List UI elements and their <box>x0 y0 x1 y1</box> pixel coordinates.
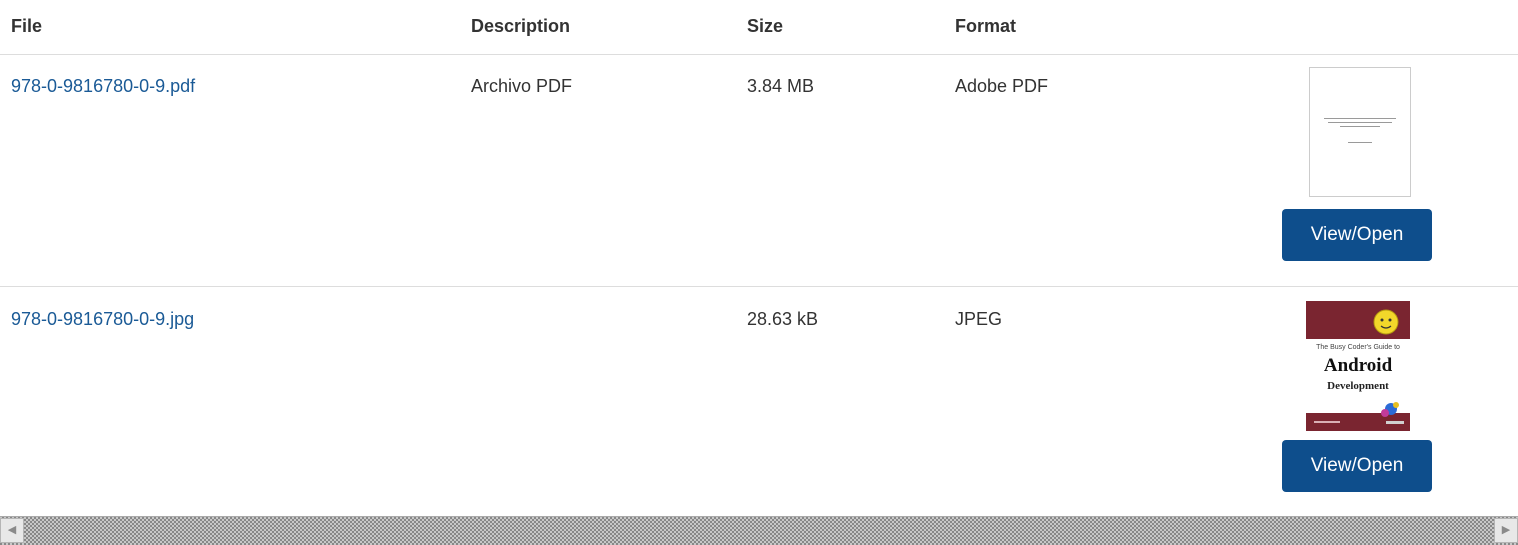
file-cell: 978-0-9816780-0-9.pdf <box>11 73 195 99</box>
header-description: Description <box>471 16 571 36</box>
size-cell: 28.63 kB <box>747 309 819 329</box>
triangle-right-icon[interactable]: ▶ <box>1494 518 1518 543</box>
book-cover-image: The Busy Coder's Guide to Android Develo… <box>1306 301 1410 431</box>
table-row: 978-0-9816780-0-9.pdf Archivo PDF 3.84 M… <box>0 54 1518 287</box>
header-format: Format <box>955 16 1017 36</box>
triangle-left-icon[interactable]: ◀ <box>0 518 24 543</box>
table-row: 978-0-9816780-0-9.jpg 28.63 kB JPEG The … <box>0 287 1518 516</box>
horizontal-scrollbar[interactable]: ◀ ▶ <box>0 516 1518 545</box>
svg-text:Android: Android <box>1324 355 1393 376</box>
view-open-button[interactable]: View/Open <box>1282 209 1432 261</box>
file-cell: 978-0-9816780-0-9.jpg <box>11 306 194 332</box>
format-cell: JPEG <box>955 309 1003 329</box>
header-size: Size <box>747 16 784 36</box>
jpg-thumbnail[interactable]: The Busy Coder's Guide to Android Develo… <box>1306 301 1410 431</box>
file-link[interactable]: 978-0-9816780-0-9.jpg <box>11 309 194 329</box>
description-cell: Archivo PDF <box>471 76 573 96</box>
table-header-row: File Description Size Format <box>0 0 1518 55</box>
svg-text:The Busy Coder's Guide to: The Busy Coder's Guide to <box>1316 344 1400 351</box>
file-link[interactable]: 978-0-9816780-0-9.pdf <box>11 76 195 96</box>
bitstream-table: File Description Size Format 978-0-98167… <box>0 0 1518 516</box>
format-cell: Adobe PDF <box>955 76 1049 96</box>
svg-text:Development: Development <box>1327 380 1389 392</box>
pdf-thumbnail[interactable] <box>1309 67 1411 197</box>
size-cell: 3.84 MB <box>747 76 815 96</box>
header-file: File <box>11 16 43 36</box>
view-open-button[interactable]: View/Open <box>1282 440 1432 492</box>
